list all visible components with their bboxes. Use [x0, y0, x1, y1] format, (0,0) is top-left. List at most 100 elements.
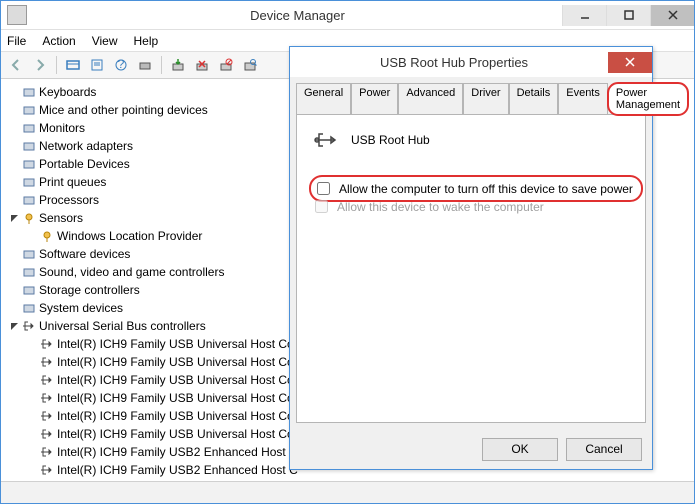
tree-label: Print queues [39, 173, 106, 191]
maximize-button[interactable] [606, 5, 650, 26]
dialog-titlebar: USB Root Hub Properties [290, 47, 652, 77]
tab-driver[interactable]: Driver [463, 83, 508, 114]
window-title: Device Manager [33, 8, 562, 23]
device-icon [21, 192, 37, 208]
tree-spacer [25, 463, 39, 477]
properties-button[interactable] [86, 54, 108, 76]
allow-power-off-checkbox[interactable] [317, 182, 330, 195]
cancel-button[interactable]: Cancel [566, 438, 642, 461]
device-icon [21, 102, 37, 118]
titlebar: Device Manager [1, 1, 694, 29]
disable-button[interactable] [215, 54, 237, 76]
svg-text:?: ? [118, 58, 125, 71]
tree-label: Intel(R) ICH9 Family USB Universal Host … [57, 371, 294, 389]
toolbar-separator [161, 56, 162, 74]
tree-label: Intel(R) ICH9 Family USB Universal Host … [57, 389, 294, 407]
device-icon [39, 426, 55, 442]
dialog-title: USB Root Hub Properties [300, 55, 608, 70]
scan-button[interactable] [134, 54, 156, 76]
tree-label: Intel(R) ICH9 Family USB2 Enhanced Host … [57, 461, 298, 479]
tree-spacer [25, 391, 39, 405]
nav-back-button[interactable] [5, 54, 27, 76]
tab-power[interactable]: Power [351, 83, 398, 114]
properties-dialog: USB Root Hub Properties General Power Ad… [289, 46, 653, 470]
device-icon [39, 444, 55, 460]
tab-strip: General Power Advanced Driver Details Ev… [290, 77, 652, 114]
menu-action[interactable]: Action [42, 34, 75, 48]
statusbar [1, 481, 694, 503]
tree-spacer [7, 85, 21, 99]
tab-advanced[interactable]: Advanced [398, 83, 463, 114]
device-icon [21, 318, 37, 334]
help-button[interactable]: ? [110, 54, 132, 76]
tree-label: Intel(R) ICH9 Family USB Universal Host … [57, 353, 294, 371]
tree-label: Mice and other pointing devices [39, 101, 208, 119]
menu-help[interactable]: Help [134, 34, 159, 48]
tree-label: Storage controllers [39, 281, 140, 299]
tree-spacer [25, 229, 39, 243]
device-icon [21, 138, 37, 154]
close-button[interactable] [650, 5, 694, 26]
window-controls [562, 5, 694, 26]
device-icon [21, 246, 37, 262]
tree-spacer [25, 355, 39, 369]
device-icon [39, 408, 55, 424]
tree-spacer [7, 103, 21, 117]
tab-events[interactable]: Events [558, 83, 608, 114]
device-icon [21, 120, 37, 136]
uninstall-button[interactable] [191, 54, 213, 76]
tab-page: USB Root Hub Allow the computer to turn … [296, 114, 646, 423]
tree-label: Software devices [39, 245, 130, 263]
allow-wake-row: Allow this device to wake the computer [311, 197, 544, 216]
tab-details[interactable]: Details [509, 83, 559, 114]
tree-label: System devices [39, 299, 123, 317]
device-icon [39, 354, 55, 370]
nav-forward-button[interactable] [29, 54, 51, 76]
minimize-button[interactable] [562, 5, 606, 26]
tree-label: Keyboards [39, 83, 96, 101]
usb-icon [313, 129, 341, 151]
ok-button[interactable]: OK [482, 438, 558, 461]
tree-label: USB Composite Device [57, 479, 182, 481]
tree-spacer [7, 139, 21, 153]
device-icon [39, 228, 55, 244]
allow-wake-checkbox [315, 200, 328, 213]
show-hidden-button[interactable] [62, 54, 84, 76]
tree-spacer [7, 301, 21, 315]
tree-label: Windows Location Provider [57, 227, 202, 245]
dialog-close-button[interactable] [608, 52, 652, 73]
tree-spacer [7, 121, 21, 135]
tree-label: Intel(R) ICH9 Family USB Universal Host … [57, 407, 294, 425]
tree-node[interactable]: USB Composite Device [25, 479, 694, 481]
device-header: USB Root Hub [313, 129, 430, 151]
device-name: USB Root Hub [351, 133, 430, 147]
collapse-icon[interactable] [7, 211, 21, 225]
tree-spacer [7, 157, 21, 171]
device-icon [21, 264, 37, 280]
tab-power-management[interactable]: Power Management [608, 83, 688, 115]
tree-spacer [7, 265, 21, 279]
tree-label: Monitors [39, 119, 85, 137]
tree-spacer [25, 337, 39, 351]
tree-spacer [7, 175, 21, 189]
tab-general[interactable]: General [296, 83, 351, 114]
collapse-icon[interactable] [7, 319, 21, 333]
scan-hardware-button[interactable] [239, 54, 261, 76]
tree-label: Sensors [39, 209, 83, 227]
tree-label: Network adapters [39, 137, 133, 155]
tree-spacer [25, 445, 39, 459]
device-icon [39, 480, 55, 481]
allow-power-off-label: Allow the computer to turn off this devi… [339, 182, 633, 196]
device-icon [39, 336, 55, 352]
menu-file[interactable]: File [7, 34, 26, 48]
tree-label: Sound, video and game controllers [39, 263, 224, 281]
menu-view[interactable]: View [92, 34, 118, 48]
tree-spacer [7, 283, 21, 297]
device-icon [39, 462, 55, 478]
tree-label: Portable Devices [39, 155, 130, 173]
tree-label: Intel(R) ICH9 Family USB Universal Host … [57, 335, 294, 353]
device-icon [21, 174, 37, 190]
app-icon [7, 5, 27, 25]
update-driver-button[interactable] [167, 54, 189, 76]
tree-spacer [25, 373, 39, 387]
